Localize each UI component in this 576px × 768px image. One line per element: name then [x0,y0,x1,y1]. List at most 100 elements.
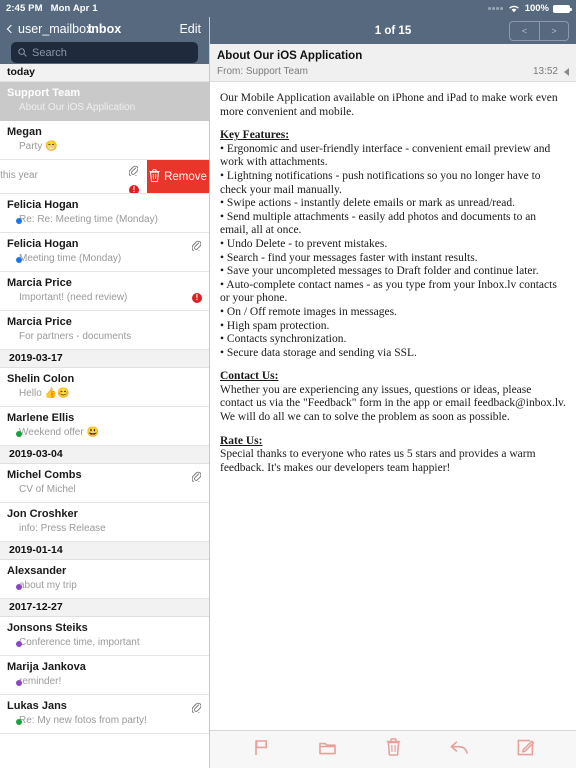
message-subject: About Our iOS Application [217,50,363,62]
status-date: Mon Apr 1 [50,3,98,14]
split-view: user_mailbox Inbox Edit Search today Supp… [0,17,576,768]
feature-item: • Swipe actions - instantly delete email… [220,197,515,210]
feature-item: • Ergonomic and user-friendly interface … [220,142,551,169]
message-list-pane: user_mailbox Inbox Edit Search today Supp… [0,17,210,768]
message-row[interactable]: Alexsander about my trip [0,560,209,599]
feature-item: • Undo Delete - to prevent mistakes. [220,237,388,250]
attachment-clip-icon [128,163,139,180]
message-list[interactable]: today Support Team About Our iOS Applicati… [0,64,209,768]
message-sender-name: Michel Combs [7,469,82,481]
message-preview-text: About Our iOS Application [19,102,136,113]
message-preview-text: Weekend offer [19,427,84,438]
message-header: About Our iOS Application From: Support … [210,44,576,82]
feature-item: • Contacts synchronization. [220,333,347,346]
message-row[interactable]: Marlene Ellis Weekend offer 😃 [0,407,209,446]
message-time: 13:52 [532,66,558,77]
unread-label-dot-icon [16,719,22,725]
flag-button[interactable] [246,738,276,762]
unread-label-dot-icon [16,431,22,437]
message-row[interactable]: Lukas Jans Re: My new fotos from party! [0,695,209,734]
message-preview: Conference time, important [7,636,201,650]
reply-button[interactable] [444,738,474,762]
back-button-label: user_mailbox [18,22,93,36]
unread-label-dot-icon [16,257,22,263]
edit-button[interactable]: Edit [179,22,201,36]
next-message-button[interactable]: > [539,22,568,40]
message-row[interactable]: Michel Combs CV of Michel [0,464,209,503]
folder-button[interactable] [312,738,342,762]
unread-label-dot-icon [16,641,22,647]
message-preview-wrap: Party 😁 [7,140,201,154]
back-to-mailbox-button[interactable]: user_mailbox [6,22,93,36]
message-preview-wrap: Conference time, important [7,636,201,650]
message-row[interactable]: ents for this year! Remove [0,160,209,194]
message-preview-wrap: About Our iOS Application [7,101,201,115]
remove-button[interactable]: Remove [147,160,209,193]
message-from-row: From: Support Team 13:52 [217,66,569,77]
message-preview-wrap: ents for this year [0,169,147,183]
message-preview-wrap: about my trip [7,579,201,593]
feature-item: • High spam protection. [220,319,330,332]
message-row[interactable]: Marija Jankova reminder! [0,656,209,695]
message-sender-name: Megan [7,126,42,138]
date-section-header: 2019-01-14 [0,542,209,560]
signal-dots-icon [488,7,503,10]
message-body: Our Mobile Application available on iPho… [210,82,576,730]
trash-button[interactable] [378,738,408,762]
message-row[interactable]: Felicia Hogan Meeting time (Monday) [0,233,209,272]
message-row[interactable]: Support Team About Our iOS Application [0,82,209,121]
feature-item: • Auto-complete contact names - as you t… [220,278,557,305]
unread-label-dot-icon [16,218,22,224]
date-section-header: 2019-03-17 [0,350,209,368]
message-sender-name: Support Team [7,87,81,99]
search-input[interactable]: Search [11,42,198,63]
message-row[interactable]: Felicia Hogan Re: Re: Meeting time (Monda… [0,194,209,233]
message-sender-name: Marcia Price [7,316,72,328]
message-preview-text: reminder! [19,676,62,687]
message-counter: 1 of 15 [374,24,412,37]
wifi-icon [508,4,520,13]
message-preview-text: CV of Michel [19,484,76,495]
message-row[interactable]: Jon Croshker info: Press Release [0,503,209,542]
remove-button-label: Remove [164,170,207,183]
rate-us-body: Special thanks to everyone who rates us … [220,448,536,474]
date-section-header: 2019-03-04 [0,446,209,464]
mailbox-nav-row: user_mailbox Inbox Edit [6,17,201,41]
message-sender-name: Marlene Ellis [7,412,75,424]
message-preview: Re: My new fotos from party! [7,714,201,728]
message-preview-wrap: Important! (need review) [7,291,201,305]
message-row[interactable]: Shelin Colon Hello 👍😊 [0,368,209,407]
message-preview: Re: Re: Meeting time (Monday) [7,213,201,227]
preview-emoji-icon: 😃 [86,427,100,438]
message-sender-name: Felicia Hogan [7,238,79,250]
key-features-list: • Ergonomic and user-friendly interface … [220,143,566,361]
date-section-header: 2017-12-27 [0,599,209,617]
message-preview-text: info: Press Release [19,523,106,534]
message-preview-wrap: info: Press Release [7,522,201,536]
triangle-left-icon[interactable] [564,67,569,76]
message-preview: Party 😁 [7,140,201,154]
feature-item: • Save your uncompleted messages to Draf… [220,265,539,278]
message-sender-name: Jon Croshker [7,508,78,520]
message-preview-text: Conference time, important [19,637,140,648]
feature-item: • On / Off remote images in messages. [220,305,397,318]
flag-icon [254,739,269,761]
message-nav-buttons: < > [509,21,569,41]
message-preview: ents for this year [0,169,147,183]
reader-nav-bar: 1 of 15 < > [210,17,576,44]
message-preview-wrap: For partners - documents [7,330,201,344]
swiped-row-badges: ! [128,163,143,193]
search-placeholder: Search [32,46,67,59]
feature-item: • Secure data storage and sending via SS… [220,346,417,359]
message-preview-text: about my trip [19,580,77,591]
message-row[interactable]: Megan Party 😁 [0,121,209,160]
message-sender: From: Support Team [217,66,308,77]
message-row[interactable]: Marcia Price For partners - documents [0,311,209,350]
message-row[interactable]: Jonsons Steiks Conference time, important [0,617,209,656]
mailbox-nav-bar: user_mailbox Inbox Edit Search [0,17,209,64]
message-preview: Meeting time (Monday) [7,252,201,266]
message-row[interactable]: Marcia Price Important! (need review)! [0,272,209,311]
unread-label-dot-icon [16,680,22,686]
compose-button[interactable] [510,738,540,762]
previous-message-button[interactable]: < [510,22,539,40]
